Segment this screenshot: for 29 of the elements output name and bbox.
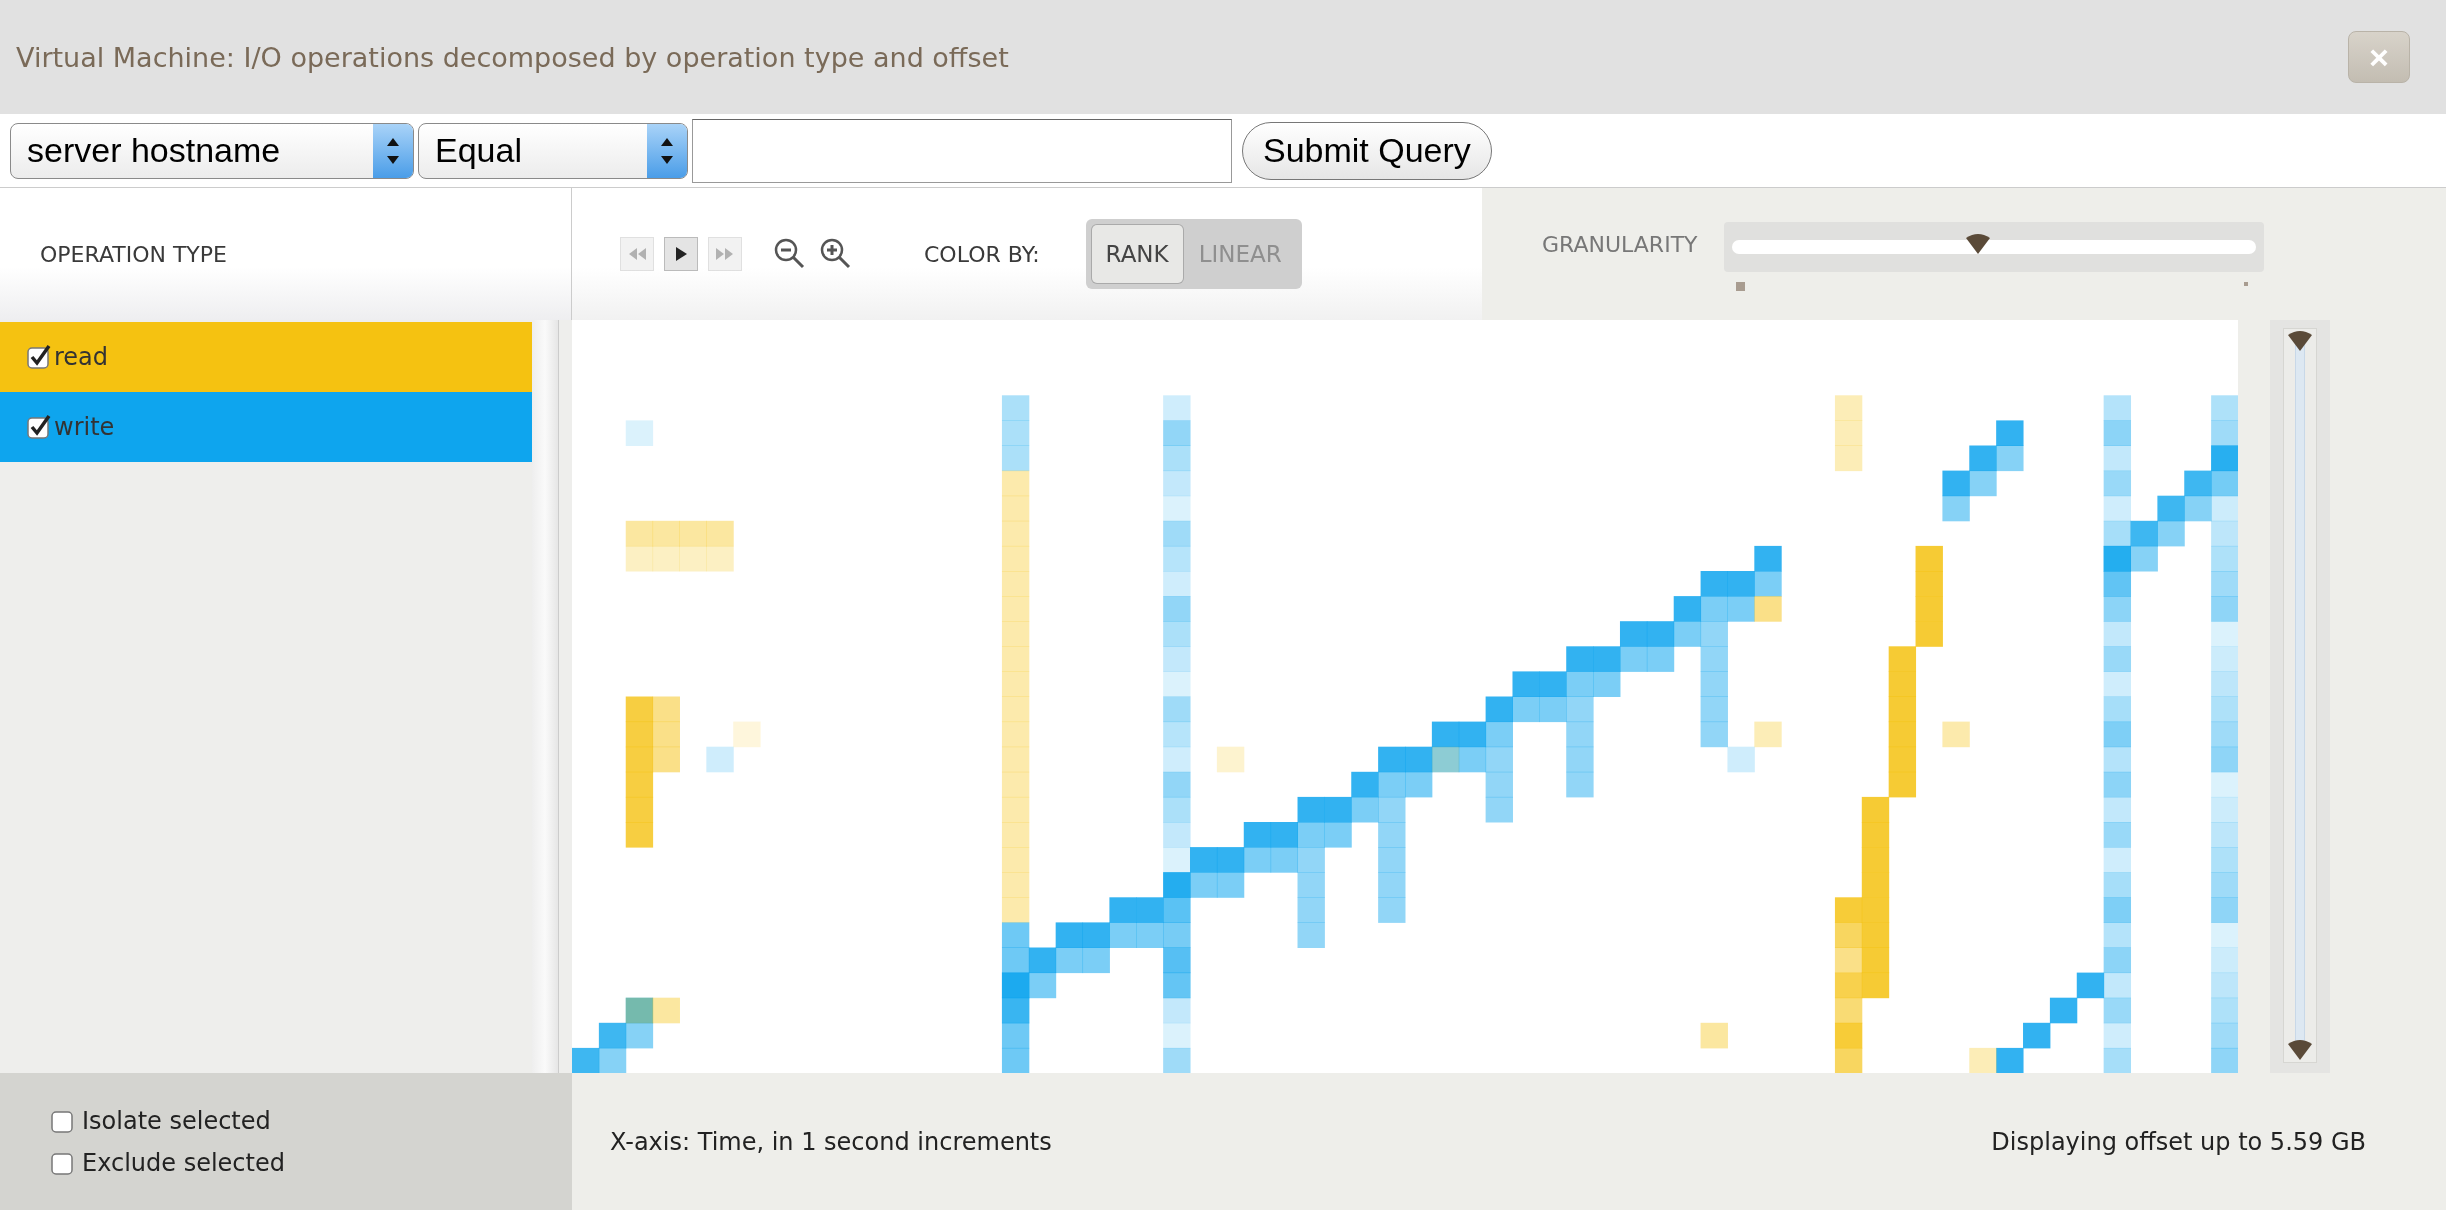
granularity-label: GRANULARITY bbox=[1542, 232, 1698, 257]
checkbox[interactable] bbox=[26, 414, 52, 440]
operation-type-label: write bbox=[54, 413, 115, 441]
operation-type-item[interactable]: read bbox=[0, 322, 532, 392]
range-thumb[interactable] bbox=[2285, 329, 2315, 353]
x-axis-note: X-axis: Time, in 1 second increments bbox=[610, 1127, 1052, 1156]
tick-mark bbox=[1735, 282, 1745, 291]
range-thumb[interactable] bbox=[2285, 1038, 2315, 1062]
operation-type-label: read bbox=[54, 343, 109, 371]
play-button[interactable] bbox=[664, 237, 698, 271]
field-dropdown[interactable]: server hostname bbox=[10, 122, 414, 179]
operator-dropdown[interactable]: Equal bbox=[418, 122, 688, 179]
query-input-field[interactable] bbox=[692, 118, 1232, 183]
stepper-arrows-icon[interactable] bbox=[373, 123, 413, 178]
filter-label: Isolate selected bbox=[82, 1106, 271, 1135]
column-header: OPERATION TYPE bbox=[40, 241, 227, 267]
stepper-arrows-icon[interactable] bbox=[647, 123, 687, 178]
color-by-label: COLOR BY: bbox=[924, 241, 1040, 267]
window-title: Virtual Machine: I/O operations decomposed by operation type and offset bbox=[16, 41, 1009, 73]
submit-query-button[interactable]: Submit Query bbox=[1242, 121, 1492, 180]
vertical-range-slider[interactable] bbox=[2283, 328, 2317, 1063]
checkbox[interactable] bbox=[26, 344, 52, 370]
scrollbar[interactable] bbox=[532, 320, 559, 1073]
offset-note: Displaying offset up to 5.59 GB bbox=[1991, 1127, 2366, 1156]
granularity-slider[interactable] bbox=[1723, 222, 2264, 272]
operation-type-item[interactable]: write bbox=[0, 392, 532, 462]
color-mode-option[interactable]: RANK bbox=[1091, 225, 1183, 283]
tick-mark bbox=[2243, 282, 2248, 286]
filter-label: Exclude selected bbox=[82, 1148, 285, 1177]
